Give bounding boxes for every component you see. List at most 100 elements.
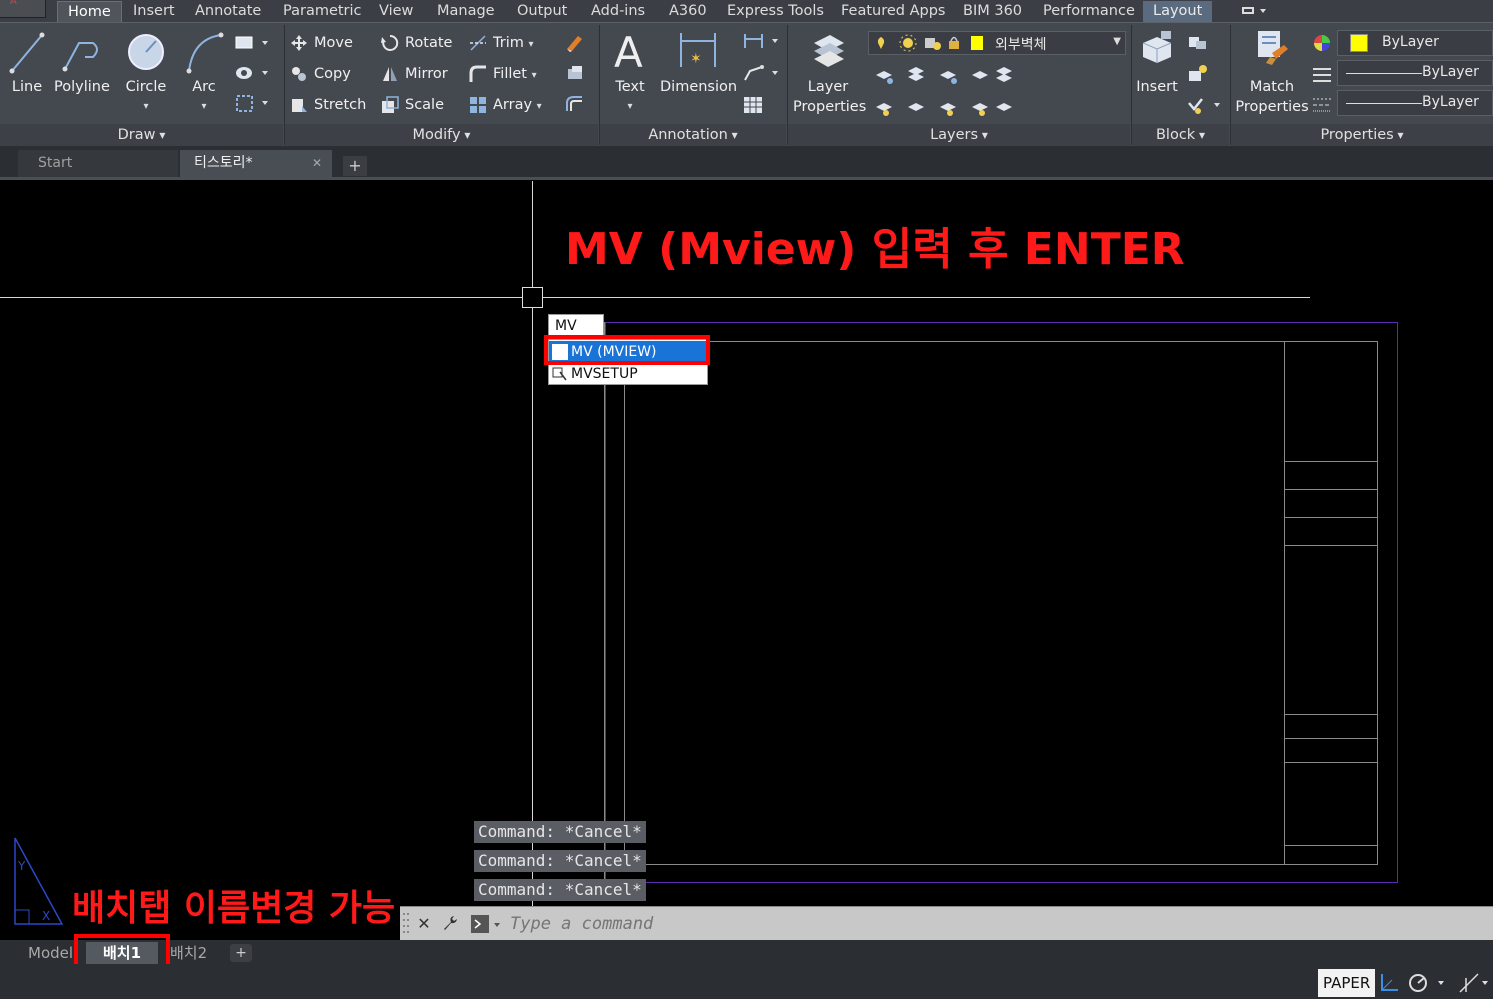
hatch-tool-icon[interactable] xyxy=(234,63,270,87)
paper-space-toggle[interactable]: PAPER xyxy=(1318,969,1376,997)
ribbon-tab-bar: A Home Insert Annotate Parametric View M… xyxy=(0,0,1493,22)
table-icon[interactable] xyxy=(742,95,766,119)
mirror-button[interactable]: Mirror xyxy=(381,62,448,86)
command-input[interactable] xyxy=(510,907,1470,941)
tab-layout[interactable]: Layout xyxy=(1143,1,1213,22)
tab-parametric[interactable]: Parametric xyxy=(283,1,362,22)
tab-view[interactable]: View xyxy=(379,1,413,22)
dimension-button[interactable]: ✶ Dimension xyxy=(660,27,737,97)
scale-button[interactable]: Scale xyxy=(381,93,444,117)
close-icon[interactable]: ✕ xyxy=(312,150,322,177)
linear-dimension-icon[interactable] xyxy=(742,31,782,55)
svg-text:X: X xyxy=(42,909,50,923)
fillet-button[interactable]: Fillet ▾ xyxy=(469,62,537,86)
polyline-button[interactable]: Polyline xyxy=(52,29,112,97)
edit-attributes-icon[interactable] xyxy=(1186,95,1224,121)
block-panel-title[interactable]: Block xyxy=(1132,124,1229,146)
copy-label: Copy xyxy=(314,66,351,82)
boundary-tool-icon[interactable] xyxy=(234,93,270,119)
arc-label: Arc xyxy=(192,79,216,95)
ribbon-panel: Line Polyline Circle ▾ Arc ▾ Draw Move C… xyxy=(0,22,1493,146)
cursor-pickbox xyxy=(522,287,543,308)
tab-performance[interactable]: Performance xyxy=(1043,1,1135,22)
tab-bim-360[interactable]: BIM 360 xyxy=(963,1,1022,22)
tab-annotate[interactable]: Annotate xyxy=(195,1,261,22)
tab-a360[interactable]: A360 xyxy=(669,1,707,22)
move-button[interactable]: Move xyxy=(290,31,353,55)
scale-icon xyxy=(382,96,399,113)
wrench-icon[interactable] xyxy=(440,913,460,935)
edit-block-icon[interactable] xyxy=(1186,63,1210,89)
array-button[interactable]: Array ▾ xyxy=(469,93,542,117)
lineweight-icon xyxy=(1312,95,1332,119)
annotation-panel-title[interactable]: Annotation xyxy=(600,124,786,146)
tab-home[interactable]: Home xyxy=(57,1,122,22)
copy-button[interactable]: Copy xyxy=(290,62,351,86)
layer-tools-row-2[interactable] xyxy=(872,95,1012,123)
erase-icon[interactable] xyxy=(564,33,586,57)
title-block-line xyxy=(1284,714,1378,715)
offset-icon[interactable] xyxy=(564,93,586,119)
svg-text:Y: Y xyxy=(17,859,26,873)
chevron-down-icon: ▼ xyxy=(1113,36,1121,47)
drawing-canvas[interactable]: MV (Mview) 입력 후 ENTER MV MV (MVIEW) MVSE… xyxy=(0,181,1493,938)
layout-tab-2[interactable]: 배치2 xyxy=(164,942,213,964)
tab-featured-apps[interactable]: Featured Apps xyxy=(841,1,946,22)
autocomplete-item-mvsetup[interactable]: MVSETUP xyxy=(549,363,707,385)
start-tab[interactable]: Start xyxy=(18,150,178,177)
arc-button[interactable]: Arc ▾ xyxy=(182,29,226,117)
command-history-line: Command: *Cancel* xyxy=(474,879,646,901)
dimension-icon: ✶ xyxy=(680,33,716,67)
tab-manage[interactable]: Manage xyxy=(437,1,495,22)
layer-dropdown[interactable]: 외부벽체 ▼ xyxy=(868,31,1126,55)
polyline-label: Polyline xyxy=(54,79,110,95)
command-prompt-icon[interactable] xyxy=(470,913,504,935)
model-tab[interactable]: Model xyxy=(22,942,79,964)
tab-output[interactable]: Output xyxy=(517,1,567,22)
polar-tracking-icon[interactable] xyxy=(1406,970,1444,996)
array-icon xyxy=(470,97,486,113)
tab-express-tools[interactable]: Express Tools xyxy=(727,1,824,22)
rename-annotation: 배치탭 이름변경 가능 xyxy=(72,888,396,929)
match-properties-button[interactable]: Match Properties xyxy=(1234,27,1310,117)
text-button[interactable]: A Text ▾ xyxy=(608,27,652,117)
dynamic-input-field[interactable]: MV xyxy=(548,314,604,336)
title-block-line xyxy=(1284,738,1378,739)
grip-handle-icon[interactable] xyxy=(402,911,410,937)
line-button[interactable]: Line xyxy=(6,29,48,97)
ribbon-options-icon[interactable] xyxy=(1238,3,1272,19)
color-dropdown[interactable]: ByLayer xyxy=(1337,30,1493,56)
layers-panel-title[interactable]: Layers xyxy=(788,124,1130,146)
tab-insert[interactable]: Insert xyxy=(133,1,175,22)
explode-icon[interactable] xyxy=(564,63,586,87)
command-line: ✕ xyxy=(400,906,1493,941)
rectangle-tool-icon[interactable] xyxy=(234,33,270,57)
lineweight-dropdown[interactable]: ByLayer xyxy=(1337,90,1493,116)
trim-button[interactable]: Trim ▾ xyxy=(469,31,533,55)
insert-block-button[interactable]: Insert xyxy=(1134,27,1180,97)
svg-text:A: A xyxy=(614,28,643,75)
properties-panel-title[interactable]: Properties xyxy=(1231,124,1493,146)
snap-grid-icon[interactable] xyxy=(1376,970,1402,996)
drawing-tab-label: 티스토리* xyxy=(194,155,253,171)
application-menu-button[interactable]: A xyxy=(0,0,46,18)
create-block-icon[interactable] xyxy=(1186,31,1210,57)
close-icon[interactable]: ✕ xyxy=(414,913,434,935)
drawing-tab[interactable]: 티스토리* ✕ xyxy=(180,150,332,177)
color-wheel-icon xyxy=(1312,33,1332,57)
linetype-dropdown[interactable]: ByLayer xyxy=(1337,60,1493,86)
highlight-box-layout-tab xyxy=(74,934,170,968)
tab-add-ins[interactable]: Add-ins xyxy=(591,1,645,22)
isometric-icon[interactable] xyxy=(1456,970,1488,996)
leader-icon[interactable] xyxy=(742,63,782,87)
ucs-icon: YX xyxy=(12,836,68,930)
layer-properties-button[interactable]: Layer Properties xyxy=(790,27,866,117)
add-layout-button[interactable]: + xyxy=(230,944,252,962)
circle-button[interactable]: Circle ▾ xyxy=(120,29,172,117)
draw-panel-title[interactable]: Draw xyxy=(0,124,283,146)
new-tab-button[interactable]: + xyxy=(343,156,367,176)
modify-panel-title[interactable]: Modify xyxy=(285,124,598,146)
layer-tools-row-1[interactable] xyxy=(872,63,1012,91)
rotate-button[interactable]: Rotate xyxy=(381,31,452,55)
stretch-button[interactable]: Stretch xyxy=(290,93,366,117)
